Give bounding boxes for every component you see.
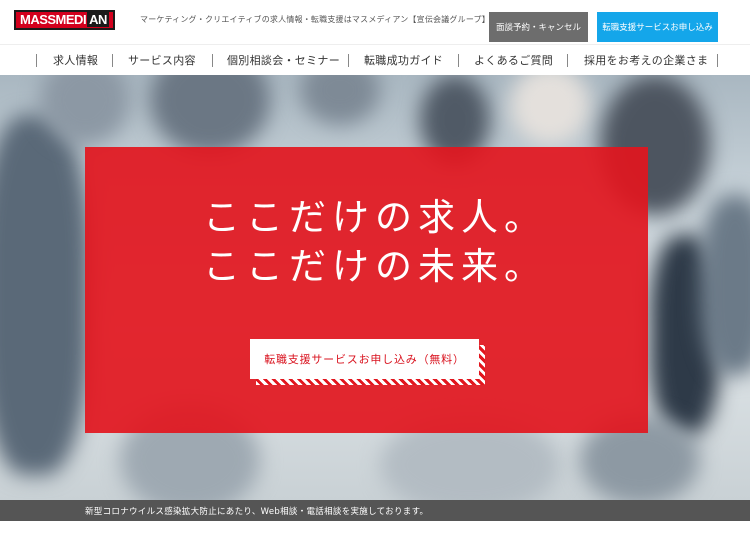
nav-separator — [717, 54, 718, 67]
nav-separator — [348, 54, 349, 67]
nav-item-faq[interactable]: よくあるご質問 — [474, 52, 553, 69]
logo-mark: MASSMEDI AN — [14, 10, 115, 30]
notice-text[interactable]: 新型コロナウイルス感染拡大防止にあたり、Web相談・電話相談を実施しております。 — [85, 505, 428, 517]
logo-text-accent: AN — [87, 12, 109, 27]
booking-cancel-button[interactable]: 面談予約・キャンセル — [489, 12, 588, 42]
notice-bar: 新型コロナウイルス感染拡大防止にあたり、Web相談・電話相談を実施しております。 — [0, 500, 750, 521]
hero-headline-line-2: ここだけの未来。 — [203, 245, 547, 288]
nav-separator — [567, 54, 568, 67]
site-tagline: マーケティング・クリエイティブの求人情報・転職支援はマスメディアン【宣伝会議グル… — [140, 15, 490, 24]
hero-apply-button[interactable]: 転職支援サービスお申し込み（無料） — [250, 339, 479, 379]
nav-separator — [112, 54, 113, 67]
nav-separator — [36, 54, 37, 67]
hero-cta[interactable]: 転職支援サービスお申し込み（無料） — [250, 339, 485, 385]
hero-section: ここだけの求人。 ここだけの未来。 転職支援サービスお申し込み（無料） — [0, 75, 750, 500]
nav-separator — [458, 54, 459, 67]
massmedian-logo[interactable]: MASSMEDI AN — [14, 10, 115, 30]
hero-headline-line-1: ここだけの求人。 — [203, 196, 547, 239]
global-nav: 求人情報 サービス内容 個別相談会・セミナー 転職成功ガイド よくあるご質問 採… — [0, 44, 750, 75]
apply-service-button[interactable]: 転職支援サービスお申し込み — [597, 12, 718, 42]
nav-item-jobs[interactable]: 求人情報 — [53, 52, 98, 69]
nav-separator — [212, 54, 213, 67]
logo-text-main: MASSMEDI — [20, 12, 87, 27]
nav-item-guide[interactable]: 転職成功ガイド — [364, 52, 443, 69]
hero-headline: ここだけの求人。 ここだけの未来。 — [0, 193, 750, 291]
nav-item-services[interactable]: サービス内容 — [128, 52, 196, 69]
nav-item-corporate[interactable]: 採用をお考えの企業さま — [584, 52, 708, 69]
site-header: MASSMEDI AN マーケティング・クリエイティブの求人情報・転職支援はマスメ… — [0, 0, 750, 44]
nav-item-seminar[interactable]: 個別相談会・セミナー — [227, 52, 340, 69]
page-bottom — [0, 521, 750, 557]
